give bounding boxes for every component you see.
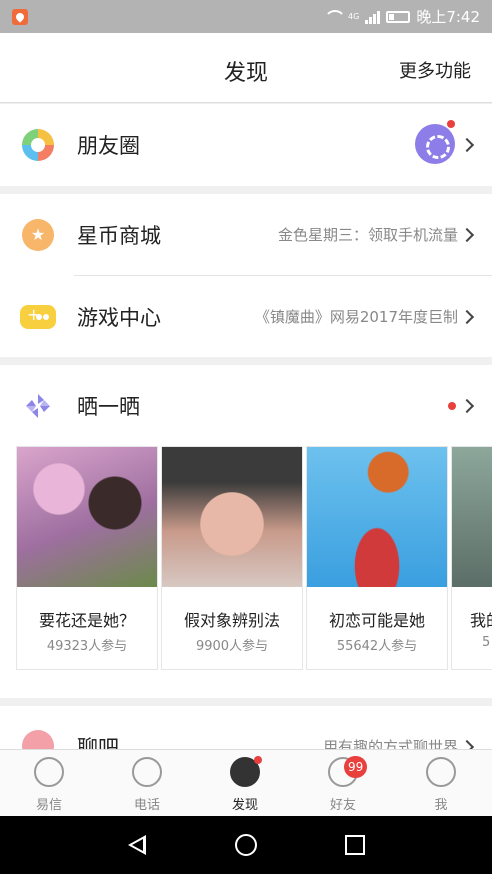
share-cards-carousel[interactable]: 要花还是她？ 49323人参与 假对象辨别法 9900人参与 初恋可能是她 55…: [0, 446, 492, 670]
share-card[interactable]: 假对象辨别法 9900人参与: [161, 446, 303, 670]
tab-me[interactable]: 我: [392, 750, 490, 817]
game-center-desc: 《镇魔曲》网易2017年度巨制: [254, 308, 458, 326]
card-count: 55642人参与: [336, 639, 418, 654]
tab-phone[interactable]: 电话: [98, 750, 196, 817]
moments-section: 朋友圈: [0, 104, 492, 186]
share-card[interactable]: 初恋可能是她 55642人参与: [306, 446, 448, 670]
notification-app-icon: [12, 9, 28, 25]
card-count: 49323人参与: [46, 639, 128, 654]
star-coin-icon: ★: [22, 219, 54, 251]
card-count: 5: [482, 635, 491, 650]
signal-icon: [365, 10, 381, 24]
home-icon[interactable]: [235, 834, 257, 856]
recent-apps-icon[interactable]: [345, 835, 365, 855]
chat-section: 聊吧 用有趣的方式聊世界: [0, 706, 492, 750]
card-title: 要花还是她？: [38, 611, 135, 630]
friend-avatar: [415, 124, 455, 164]
chevron-right-icon: [459, 227, 475, 243]
gamepad-icon: [20, 305, 56, 329]
header: 发现 更多功能: [0, 33, 492, 103]
new-dot: [447, 120, 455, 128]
tab-friends[interactable]: 99 好友: [294, 750, 392, 817]
chat-bubble-icon: [34, 757, 64, 787]
share-label: 晒一晒: [77, 395, 140, 419]
system-nav-bar: [0, 816, 492, 874]
chevron-right-icon: [459, 137, 475, 153]
card-image: [307, 447, 447, 587]
chat-row[interactable]: 聊吧 用有趣的方式聊世界: [0, 706, 492, 750]
tab-yixin[interactable]: 易信: [0, 750, 98, 817]
game-center-label: 游戏中心: [77, 306, 161, 330]
status-bar: 4G 晚上7:42: [0, 0, 492, 33]
share-card[interactable]: 我的 5: [451, 446, 492, 670]
battery-icon: [386, 10, 411, 23]
card-image: [162, 447, 302, 587]
card-title: 假对象辨别法: [183, 611, 280, 630]
bottom-tab-bar: 易信 电话 发现 99 好友 我: [0, 749, 492, 816]
chevron-right-icon: [459, 398, 475, 414]
moments-icon: [22, 129, 54, 161]
profile-icon: [426, 757, 456, 787]
tab-discover[interactable]: 发现: [196, 750, 294, 817]
new-dot: [448, 402, 456, 410]
moments-label: 朋友圈: [77, 134, 140, 158]
chevron-right-icon: [459, 309, 475, 325]
card-title: 初恋可能是她: [328, 611, 425, 630]
share-card[interactable]: 要花还是她？ 49323人参与: [16, 446, 158, 670]
share-row[interactable]: 晒一晒: [0, 365, 492, 447]
card-count: 9900人参与: [195, 639, 269, 654]
card-image: [452, 447, 492, 587]
network-type: 4G: [348, 12, 360, 21]
chat-label: 聊吧: [77, 736, 119, 750]
tab-label: 我: [434, 798, 448, 813]
services-section: ★ 星币商城 金色星期三：领取手机流量 游戏中心 《镇魔曲》网易2017年度巨制: [0, 194, 492, 357]
status-time: 晚上7:42: [416, 8, 480, 26]
tab-label: 好友: [329, 798, 356, 813]
card-image: [17, 447, 157, 587]
tab-label: 电话: [133, 798, 160, 813]
new-dot: [254, 756, 262, 764]
game-center-row[interactable]: 游戏中心 《镇魔曲》网易2017年度巨制: [0, 276, 492, 358]
pinwheel-icon: [26, 394, 50, 418]
star-mall-label: 星币商城: [77, 224, 161, 248]
tab-label: 易信: [35, 798, 62, 813]
chat-desc: 用有趣的方式聊世界: [322, 738, 458, 750]
star-mall-desc: 金色星期三：领取手机流量: [277, 226, 458, 244]
phone-icon: [132, 757, 162, 787]
moments-row[interactable]: 朋友圈: [0, 104, 492, 186]
wifi-icon: [324, 9, 347, 24]
back-icon[interactable]: [128, 835, 146, 855]
card-title: 我的: [470, 611, 492, 630]
heart-icon: [22, 730, 54, 750]
more-features-button[interactable]: 更多功能: [399, 57, 471, 83]
star-mall-row[interactable]: ★ 星币商城 金色星期三：领取手机流量: [0, 194, 492, 276]
tab-label: 发现: [231, 798, 258, 813]
friends-badge: 99: [344, 756, 368, 778]
